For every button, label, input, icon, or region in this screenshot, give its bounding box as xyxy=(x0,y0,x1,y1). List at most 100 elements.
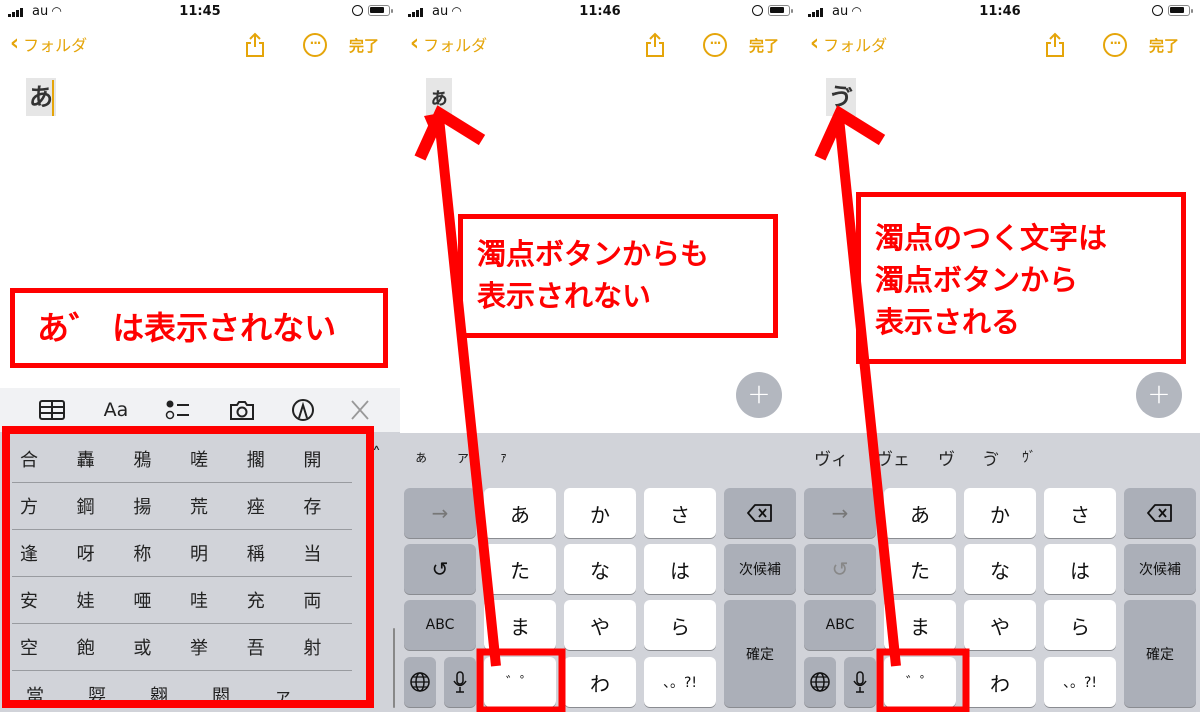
kana-key[interactable]: ら xyxy=(1044,600,1116,650)
arrow-key[interactable]: → xyxy=(404,488,476,538)
done-button[interactable]: 完了 xyxy=(349,35,379,56)
back-button[interactable]: ‹ フォルダ xyxy=(410,32,487,56)
callout-line: 濁点のつく文字は xyxy=(875,221,1108,255)
callout-line: 濁点ボタンからも xyxy=(477,237,710,271)
microphone-key[interactable] xyxy=(444,657,476,707)
candidate-item[interactable]: ヴィ xyxy=(814,445,848,470)
done-button[interactable]: 完了 xyxy=(749,35,779,56)
kana-key[interactable]: あ xyxy=(484,488,556,538)
screen-panel-2: au ◠ 11:46 ‹ フォルダ ··· 完了 ぁ + ぁ ァ ｧ → ↺ ABC… xyxy=(400,0,800,712)
note-text[interactable]: ぁ xyxy=(426,78,452,116)
kana-key[interactable]: か xyxy=(564,488,636,538)
kana-key[interactable]: は xyxy=(644,544,716,594)
punctuation-key[interactable]: 、。?! xyxy=(1044,657,1116,707)
status-time: 11:45 xyxy=(179,4,221,19)
annotation-callout: あ゛ は表示されない xyxy=(10,288,388,368)
globe-key[interactable] xyxy=(404,657,436,707)
undo-key[interactable]: ↺ xyxy=(804,544,876,594)
back-button[interactable]: ‹ フォルダ xyxy=(10,32,87,56)
dakuten-key[interactable]: ゛゜ xyxy=(484,657,556,707)
table-icon[interactable] xyxy=(38,398,66,422)
candidate-item[interactable]: ぁ xyxy=(414,447,428,467)
backspace-key[interactable] xyxy=(1124,488,1196,538)
kana-key[interactable]: た xyxy=(484,544,556,594)
kana-key[interactable]: は xyxy=(1044,544,1116,594)
kana-key[interactable]: さ xyxy=(644,488,716,538)
orientation-lock-icon xyxy=(1152,5,1163,16)
kana-key[interactable]: や xyxy=(964,600,1036,650)
add-button[interactable]: + xyxy=(1136,372,1182,418)
nav-bar: ‹ フォルダ ··· 完了 xyxy=(0,30,400,60)
kana-key[interactable]: や xyxy=(564,600,636,650)
battery-icon xyxy=(368,5,393,16)
microphone-icon xyxy=(853,671,867,693)
confirm-key[interactable]: 確定 xyxy=(1124,600,1196,707)
share-icon[interactable] xyxy=(1044,32,1066,58)
candidate-item[interactable]: ｧ xyxy=(500,447,507,467)
close-icon[interactable] xyxy=(346,398,374,422)
note-text[interactable]: ゔ xyxy=(826,78,856,116)
screen-panel-1: au ◠ 11:45 ‹ フォルダ ··· 完了 あ あ゛ は表示されない Aa… xyxy=(0,0,400,712)
status-bar: au ◠ 11:46 xyxy=(400,0,800,26)
candidate-item[interactable]: ヴェ xyxy=(876,445,910,470)
status-bar: au ◠ 11:45 xyxy=(0,0,400,26)
orientation-lock-icon xyxy=(352,5,363,16)
nav-bar: ‹ フォルダ ··· 完了 xyxy=(400,30,800,60)
nav-bar: ‹ フォルダ ··· 完了 xyxy=(800,30,1200,60)
abc-key[interactable]: ABC xyxy=(404,600,476,650)
candidate-item[interactable]: ヴ xyxy=(938,445,955,470)
scrollbar[interactable] xyxy=(393,628,395,708)
share-icon[interactable] xyxy=(644,32,666,58)
more-options-icon[interactable]: ··· xyxy=(303,33,327,57)
text-format-icon[interactable]: Aa xyxy=(102,398,130,422)
undo-key[interactable]: ↺ xyxy=(404,544,476,594)
kana-key[interactable]: わ xyxy=(564,657,636,707)
conversion-candidates: ぁ ァ ｧ xyxy=(400,433,800,481)
chevron-left-icon: ‹ xyxy=(410,31,420,56)
done-button[interactable]: 完了 xyxy=(1149,35,1179,56)
backspace-icon xyxy=(747,504,772,522)
more-options-icon[interactable]: ··· xyxy=(703,33,727,57)
kana-key[interactable]: た xyxy=(884,544,956,594)
callout-line: 表示されない xyxy=(477,279,652,313)
globe-key[interactable] xyxy=(804,657,836,707)
kana-key[interactable]: か xyxy=(964,488,1036,538)
conversion-candidates: ヴィ ヴェ ヴ ゔ ｳﾞ xyxy=(800,433,1200,481)
kana-key[interactable]: ら xyxy=(644,600,716,650)
back-button[interactable]: ‹ フォルダ xyxy=(810,32,887,56)
confirm-key[interactable]: 確定 xyxy=(724,600,796,707)
punctuation-key[interactable]: 、。?! xyxy=(644,657,716,707)
candidate-item[interactable]: ゔ xyxy=(982,445,999,470)
backspace-key[interactable] xyxy=(724,488,796,538)
microphone-icon xyxy=(453,671,467,693)
kana-key[interactable]: ま xyxy=(484,600,556,650)
kana-key[interactable]: な xyxy=(564,544,636,594)
chevron-left-icon: ‹ xyxy=(10,31,20,56)
share-icon[interactable] xyxy=(244,32,266,58)
kana-key[interactable]: わ xyxy=(964,657,1036,707)
screen-panel-3: au ◠ 11:46 ‹ フォルダ ··· 完了 ゔ + ヴィ ヴェ ヴ ゔ ｳ… xyxy=(800,0,1200,712)
battery-icon xyxy=(1168,5,1193,16)
markup-icon[interactable] xyxy=(289,398,317,422)
globe-icon xyxy=(410,672,430,692)
next-candidate-key[interactable]: 次候補 xyxy=(1124,544,1196,594)
candidate-highlight-box xyxy=(2,426,374,708)
abc-key[interactable]: ABC xyxy=(804,600,876,650)
more-options-icon[interactable]: ··· xyxy=(1103,33,1127,57)
next-candidate-key[interactable]: 次候補 xyxy=(724,544,796,594)
camera-icon[interactable] xyxy=(228,398,256,422)
back-label: フォルダ xyxy=(23,36,88,55)
kana-key[interactable]: さ xyxy=(1044,488,1116,538)
arrow-key[interactable]: → xyxy=(804,488,876,538)
kana-key[interactable]: あ xyxy=(884,488,956,538)
checklist-icon[interactable] xyxy=(164,398,192,422)
kana-key[interactable]: ま xyxy=(884,600,956,650)
chevron-left-icon: ‹ xyxy=(810,31,820,56)
kana-key[interactable]: な xyxy=(964,544,1036,594)
dakuten-key[interactable]: ゛゜ xyxy=(884,657,956,707)
candidate-item[interactable]: ァ xyxy=(456,447,470,467)
microphone-key[interactable] xyxy=(844,657,876,707)
candidate-item[interactable]: ｳﾞ xyxy=(1022,447,1036,467)
add-button[interactable]: + xyxy=(736,372,782,418)
status-time: 11:46 xyxy=(979,4,1021,19)
